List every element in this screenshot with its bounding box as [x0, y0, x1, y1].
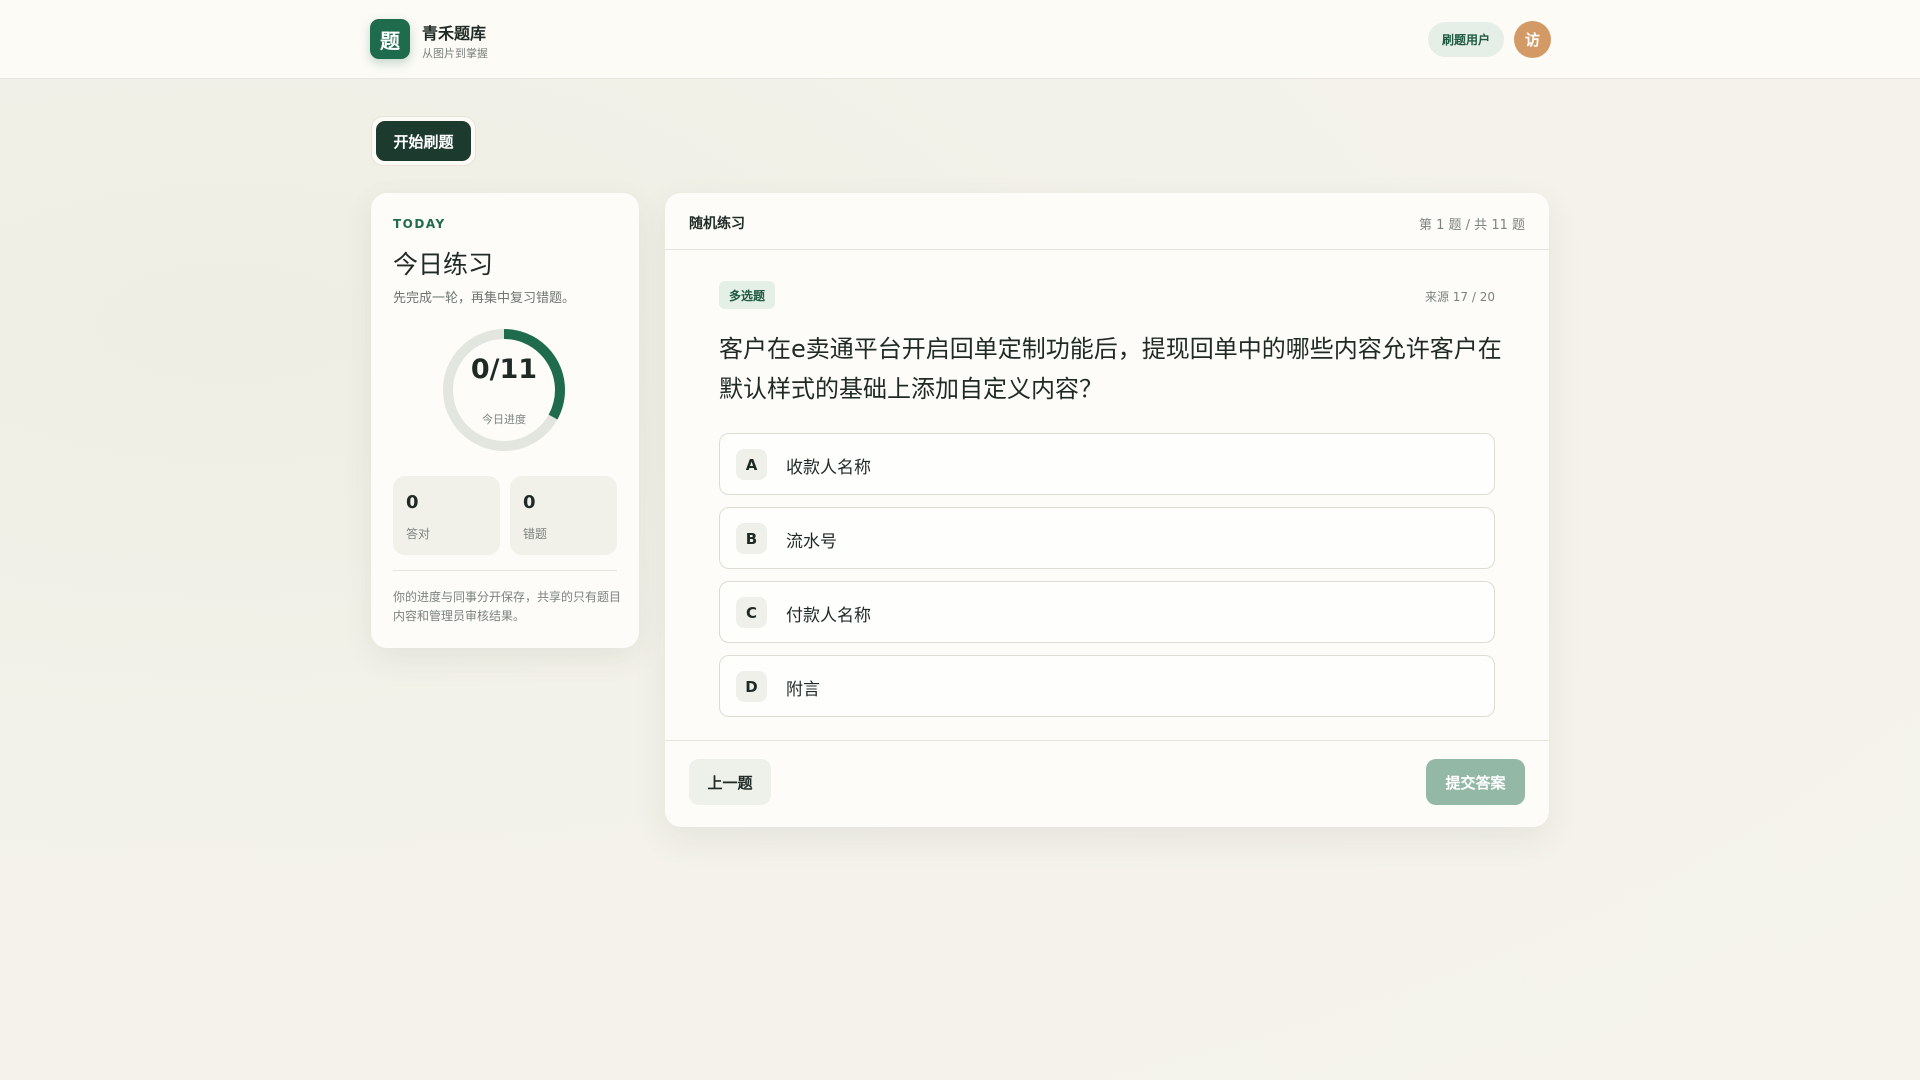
user-role-badge[interactable]: 刷题用户	[1428, 22, 1504, 57]
practice-mode-title: 随机练习	[689, 216, 745, 232]
today-subtitle: 先完成一轮，再集中复习错题。	[393, 291, 576, 306]
start-practice-tab: 开始刷题	[371, 116, 476, 166]
start-practice-button[interactable]: 开始刷题	[376, 121, 471, 161]
option-letter: A	[736, 449, 767, 480]
option-a[interactable]: A 收款人名称	[719, 433, 1495, 495]
option-text: 付款人名称	[786, 606, 871, 626]
progress-label: 今日进度	[482, 413, 526, 426]
option-letter: B	[736, 523, 767, 554]
divider	[665, 740, 1549, 741]
progress-ring	[443, 329, 565, 451]
question-position: 第 1 题 / 共 11 题	[1419, 218, 1525, 233]
wrong-label: 错题	[523, 527, 548, 541]
submit-answer-button[interactable]: 提交答案	[1426, 759, 1525, 805]
today-title: 今日练习	[393, 250, 494, 279]
question-card: 随机练习 第 1 题 / 共 11 题 多选题 来源 17 / 20 客户在e卖…	[665, 193, 1549, 827]
top-header: 题 青禾题库 从图片到掌握 刷题用户 访	[0, 0, 1920, 79]
divider	[393, 570, 617, 571]
option-letter: C	[736, 597, 767, 628]
today-practice-card: TODAY 今日练习 先完成一轮，再集中复习错题。 0/11 今日进度 0 答对…	[371, 193, 639, 648]
option-text: 流水号	[786, 532, 837, 552]
wrong-count: 0	[523, 492, 536, 513]
option-d[interactable]: D 附言	[719, 655, 1495, 717]
question-type-badge: 多选题	[719, 281, 776, 309]
question-text: 客户在e卖通平台开启回单定制功能后，提现回单中的哪些内容允许客户在默认样式的基础…	[719, 335, 1502, 403]
divider	[665, 249, 1549, 250]
option-text: 收款人名称	[786, 458, 871, 478]
option-text: 附言	[786, 680, 820, 700]
today-eyebrow: TODAY	[393, 217, 446, 231]
correct-label: 答对	[406, 527, 431, 541]
app-logo[interactable]: 题	[370, 19, 410, 59]
user-avatar[interactable]: 访	[1514, 21, 1551, 58]
progress-value: 0/11	[470, 354, 538, 385]
privacy-note: 你的进度与同事分开保存，共享的只有题目内容和管理员审核结果。	[393, 590, 622, 623]
option-letter: D	[736, 671, 767, 702]
wrong-stat[interactable]: 0 错题	[510, 476, 617, 555]
option-b[interactable]: B 流水号	[719, 507, 1495, 569]
brand-name: 青禾题库	[422, 24, 487, 43]
correct-stat: 0 答对	[393, 476, 500, 555]
correct-count: 0	[406, 492, 419, 513]
previous-question-button[interactable]: 上一题	[689, 759, 771, 805]
option-c[interactable]: C 付款人名称	[719, 581, 1495, 643]
brand-tagline: 从图片到掌握	[422, 47, 488, 60]
question-source: 来源 17 / 20	[1424, 290, 1495, 304]
